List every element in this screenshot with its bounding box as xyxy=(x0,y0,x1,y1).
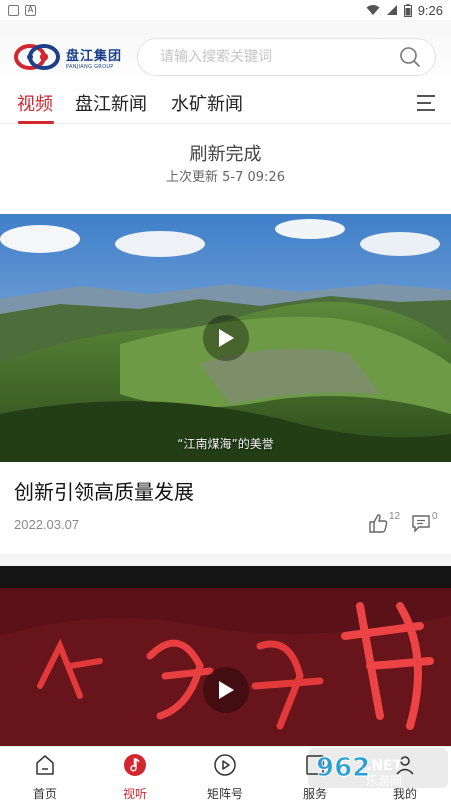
wifi-icon xyxy=(366,5,380,15)
nav-label: 矩阵号 xyxy=(206,787,243,801)
nav-audio-video[interactable]: 视听 xyxy=(100,753,170,802)
battery-icon xyxy=(403,3,412,17)
watermark: 962 .NET 乐游网 xyxy=(308,748,448,788)
search-box[interactable] xyxy=(137,38,436,76)
comment-icon xyxy=(412,515,430,533)
channel-menu-icon[interactable] xyxy=(415,92,437,114)
thumbs-up-icon xyxy=(369,514,388,533)
notification-icon xyxy=(8,4,19,16)
search-input[interactable] xyxy=(160,49,399,65)
comment-button[interactable]: 0 xyxy=(411,511,438,533)
watermark-logo: 962 .NET 乐游网 xyxy=(308,748,448,788)
watermark-sub: 乐游网 xyxy=(366,774,402,788)
app-header: 盘江集团 PANJIANG GROUP xyxy=(0,20,451,90)
refresh-status: 刷新完成 xyxy=(189,144,262,165)
video-thumbnail[interactable] xyxy=(0,566,451,746)
red-calligraphy-image xyxy=(0,566,451,746)
play-circle-icon xyxy=(214,754,236,776)
nav-label: 首页 xyxy=(32,787,57,801)
like-button[interactable]: 12 xyxy=(368,511,401,533)
logo-mark-icon xyxy=(14,44,60,70)
music-note-icon xyxy=(124,754,146,776)
tab-shuikuang-news[interactable]: 水矿新闻 xyxy=(171,90,243,116)
play-button[interactable] xyxy=(203,667,249,713)
nav-label: 视听 xyxy=(122,787,147,801)
refresh-timestamp: 上次更新 5-7 09:26 xyxy=(166,170,285,185)
logo-text: 盘江集团 PANJIANG GROUP xyxy=(66,45,122,70)
status-bar: A 9:26 xyxy=(0,0,451,20)
search-icon[interactable] xyxy=(399,46,421,68)
home-icon xyxy=(36,755,54,775)
nav-home[interactable]: 首页 xyxy=(10,753,80,802)
clock: 9:26 xyxy=(417,2,443,18)
logo-en: PANJIANG GROUP xyxy=(66,63,114,70)
like-count: 12 xyxy=(389,511,401,522)
tab-panjiang-news[interactable]: 盘江新闻 xyxy=(75,90,147,116)
video-title[interactable]: 创新引领高质量发展 xyxy=(14,476,194,505)
play-button[interactable] xyxy=(203,315,249,361)
nav-matrix[interactable]: 矩阵号 xyxy=(190,753,260,802)
channel-tabs: 视频 盘江新闻 水矿新闻 xyxy=(0,88,451,124)
signal-icon xyxy=(386,5,397,15)
tab-video[interactable]: 视频 xyxy=(17,90,53,116)
video-thumbnail[interactable]: “江南煤海”的美誉 xyxy=(0,214,451,462)
play-icon xyxy=(219,681,234,699)
comment-count: 0 xyxy=(432,511,438,522)
logo-cn: 盘江集团 xyxy=(66,48,123,64)
active-tab-indicator xyxy=(18,121,54,124)
play-icon xyxy=(219,329,234,347)
watermark-number: 962 xyxy=(316,753,370,783)
watermark-suffix: .NET xyxy=(366,758,403,774)
app-notification-icon: A xyxy=(25,4,36,16)
video-caption: “江南煤海”的美誉 xyxy=(177,437,274,451)
card-divider xyxy=(0,554,451,566)
video-date: 2022.03.07 xyxy=(14,517,80,532)
brand-logo[interactable]: 盘江集团 PANJIANG GROUP xyxy=(14,40,124,74)
